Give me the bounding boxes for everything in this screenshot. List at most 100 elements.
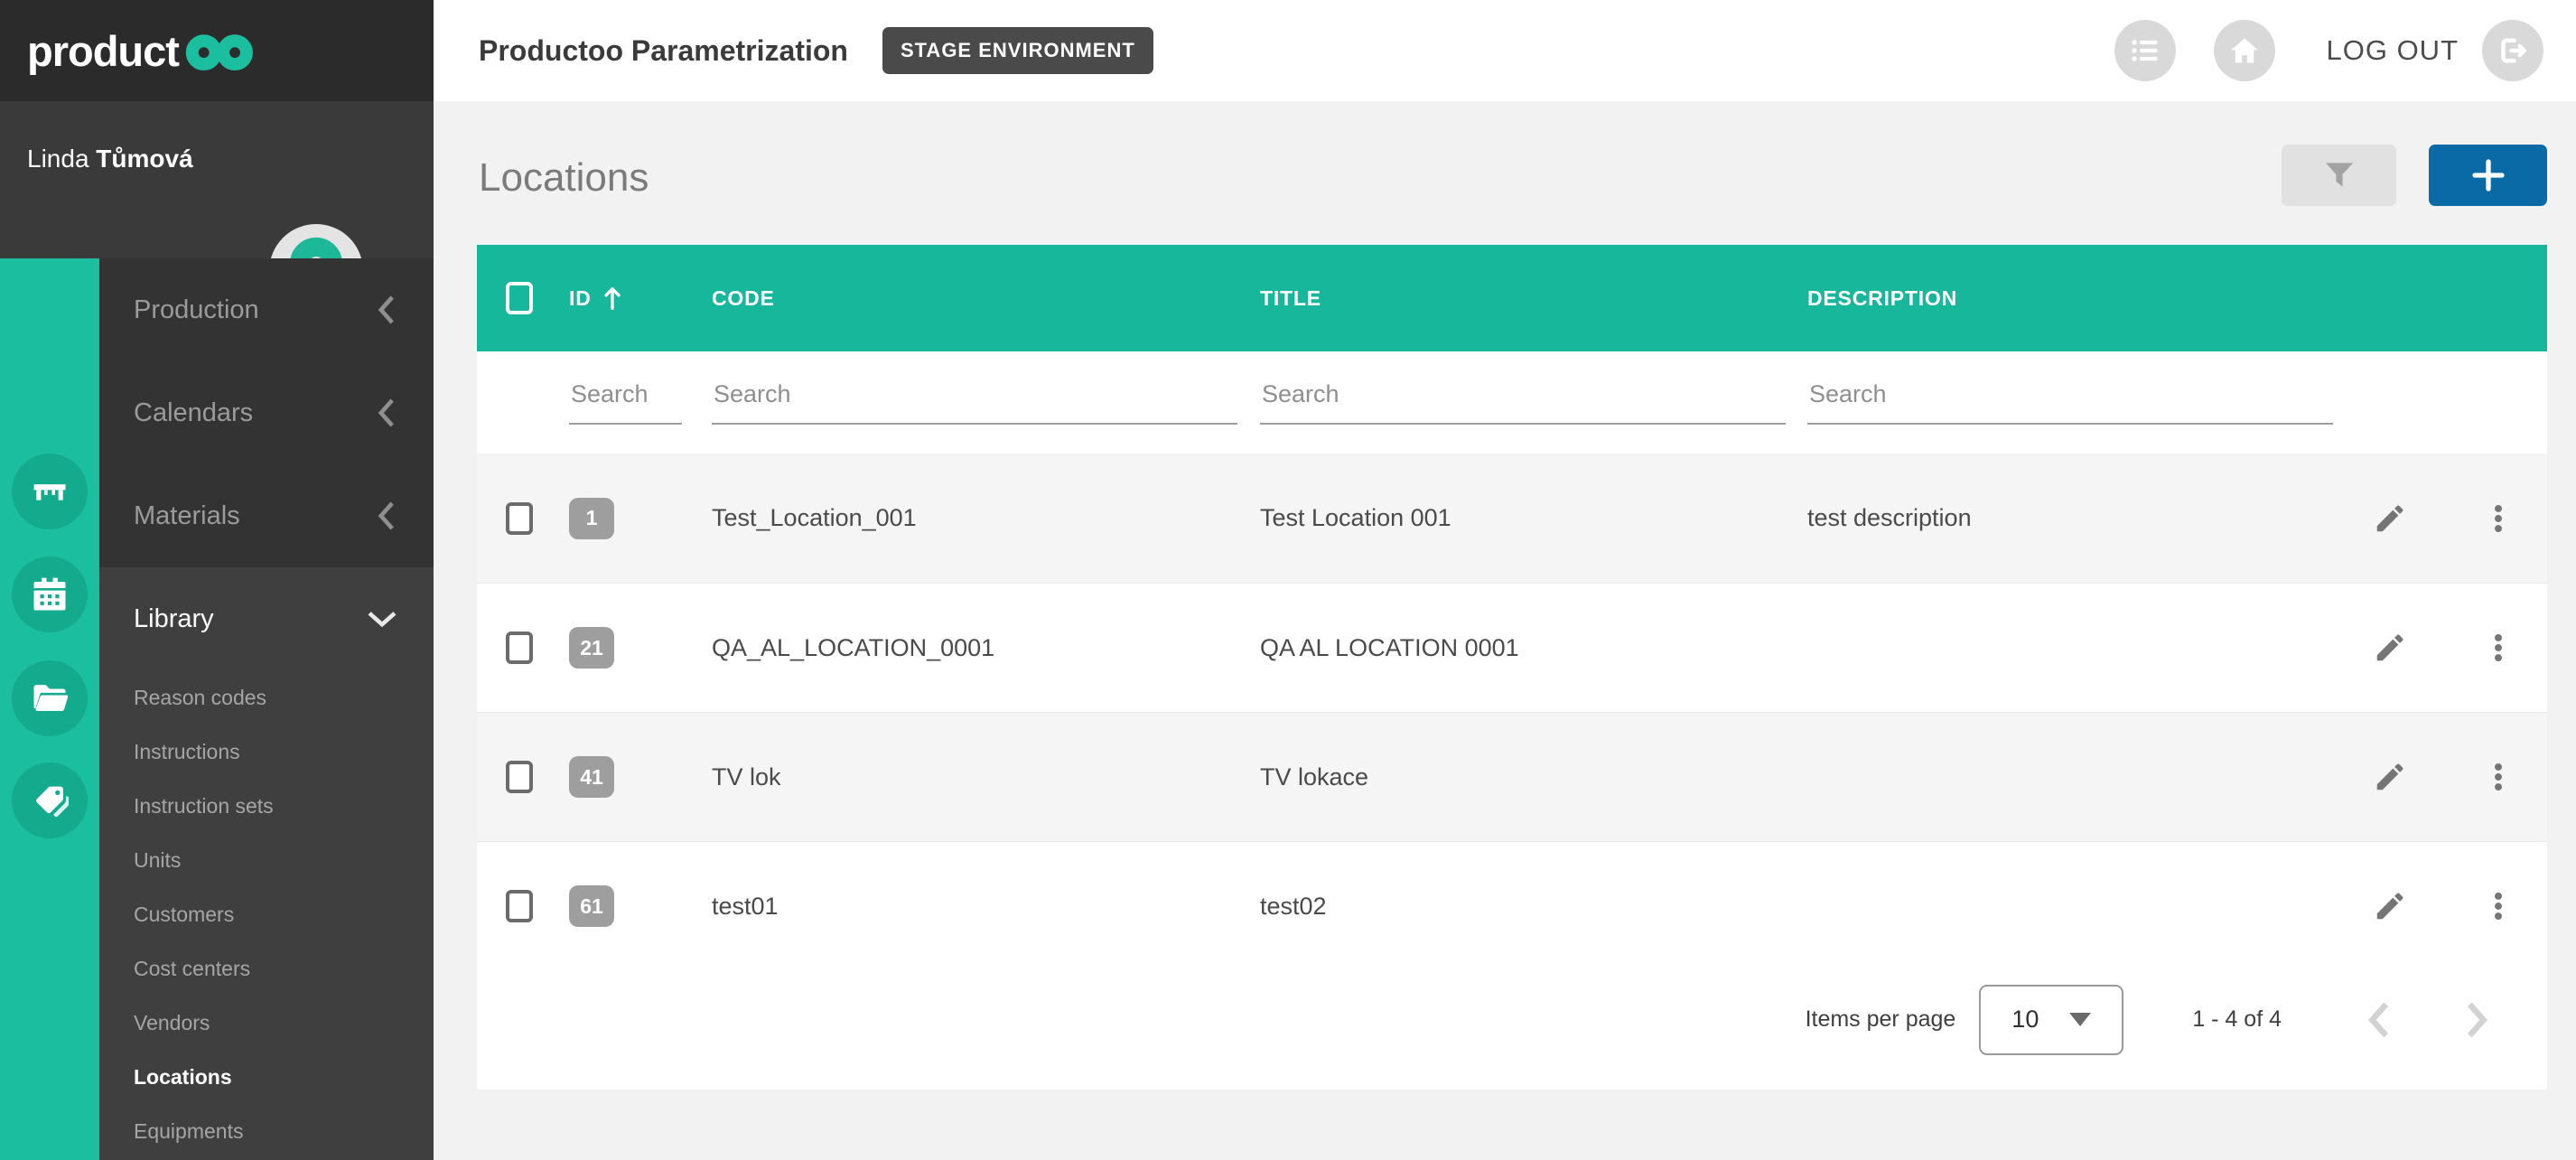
column-header-code[interactable]: CODE xyxy=(712,286,1260,311)
search-id-input[interactable] xyxy=(569,380,682,425)
column-header-title[interactable]: TITLE xyxy=(1260,286,1807,311)
app-root: product Linda Tůmová Last login: 1. 4. 2… xyxy=(0,0,2576,1160)
nav-item-materials[interactable]: Materials xyxy=(99,464,434,567)
nav-item-calendars[interactable]: Calendars xyxy=(99,361,434,464)
page-actions xyxy=(2282,145,2547,206)
cell-code: QA_AL_LOCATION_0001 xyxy=(712,634,1260,662)
cell-title: Test Location 001 xyxy=(1260,504,1807,532)
nav-item-label: Production xyxy=(134,295,259,325)
app-title: Productoo Parametrization xyxy=(479,34,848,68)
nav-item-label: Library xyxy=(134,604,214,634)
submenu-item-locations[interactable]: Locations xyxy=(99,1050,434,1104)
logout-button[interactable] xyxy=(2482,20,2543,81)
submenu-item-instructions[interactable]: Instructions xyxy=(99,725,434,779)
plus-icon xyxy=(2470,157,2506,193)
row-menu-button[interactable] xyxy=(2469,877,2527,935)
search-title-input[interactable] xyxy=(1260,380,1786,425)
items-per-page-select[interactable]: 10 xyxy=(1979,985,2123,1055)
edit-button[interactable] xyxy=(2361,748,2419,806)
table-row: 1 Test_Location_001 Test Location 001 te… xyxy=(477,454,2547,583)
row-menu-button[interactable] xyxy=(2469,748,2527,806)
home-button[interactable] xyxy=(2214,20,2275,81)
column-header-description[interactable]: DESCRIPTION xyxy=(1807,286,2331,311)
submenu-item-cost-centers[interactable]: Cost centers xyxy=(99,941,434,996)
sidebar: product Linda Tůmová Last login: 1. 4. 2… xyxy=(0,0,434,1160)
nav-item-library[interactable]: Library xyxy=(99,567,434,670)
filter-button[interactable] xyxy=(2282,145,2396,206)
chevron-left-icon xyxy=(2366,1001,2393,1039)
add-location-button[interactable] xyxy=(2429,145,2547,206)
table-row: 21 QA_AL_LOCATION_0001 QA AL LOCATION 00… xyxy=(477,583,2547,712)
cell-code: TV lok xyxy=(712,763,1260,791)
tags-icon[interactable] xyxy=(12,762,88,838)
items-per-page-label: Items per page xyxy=(1806,1006,1956,1033)
select-all-checkbox[interactable] xyxy=(506,282,533,314)
menu-list-button[interactable] xyxy=(2114,20,2176,81)
id-badge: 41 xyxy=(569,756,614,798)
edit-button[interactable] xyxy=(2361,490,2419,547)
logout-icon xyxy=(2497,34,2529,67)
table-search-row xyxy=(477,351,2547,454)
column-header-id[interactable]: ID xyxy=(569,285,712,311)
search-code-input[interactable] xyxy=(712,380,1237,425)
pencil-icon xyxy=(2373,631,2407,665)
id-badge: 61 xyxy=(569,885,614,927)
kebab-menu-icon xyxy=(2481,889,2515,923)
table-row: 41 TV lok TV lokace xyxy=(477,712,2547,841)
submenu-item-equipments[interactable]: Equipments xyxy=(99,1104,434,1158)
next-page-button[interactable] xyxy=(2448,991,2506,1049)
row-checkbox[interactable] xyxy=(506,761,533,793)
row-checkbox[interactable] xyxy=(506,890,533,922)
topbar: Productoo Parametrization STAGE ENVIRONM… xyxy=(434,0,2576,101)
cell-code: test01 xyxy=(712,893,1260,921)
dropdown-caret-icon xyxy=(2069,1013,2091,1026)
logo-text: product xyxy=(27,26,179,76)
chevron-left-icon xyxy=(376,398,397,428)
locations-table: ID CODE TITLE DESCRIPTION xyxy=(477,245,2547,1090)
kebab-menu-icon xyxy=(2481,760,2515,794)
sidebar-nav: Production Calendars Materials xyxy=(0,258,434,1160)
items-per-page-value: 10 xyxy=(2011,1006,2039,1034)
logo-infinity-icon xyxy=(182,30,260,71)
submenu-item-vendors[interactable]: Vendors xyxy=(99,996,434,1050)
pencil-icon xyxy=(2373,501,2407,536)
submenu-item-units[interactable]: Units xyxy=(99,833,434,887)
row-checkbox[interactable] xyxy=(506,502,533,535)
icon-rail xyxy=(0,258,99,1160)
environment-badge: STAGE ENVIRONMENT xyxy=(882,27,1153,74)
logout-label[interactable]: LOG OUT xyxy=(2326,34,2459,67)
search-description-input[interactable] xyxy=(1807,380,2333,425)
pencil-icon xyxy=(2373,889,2407,923)
user-last-name: Tůmová xyxy=(96,145,192,173)
topbar-actions: LOG OUT xyxy=(2114,20,2543,81)
previous-page-button[interactable] xyxy=(2350,991,2408,1049)
edit-button[interactable] xyxy=(2361,877,2419,935)
logo: product xyxy=(0,0,434,101)
folder-open-icon[interactable] xyxy=(12,660,88,736)
production-icon[interactable] xyxy=(12,454,88,529)
edit-button[interactable] xyxy=(2361,619,2419,677)
nav-item-label: Materials xyxy=(134,501,240,531)
submenu-item-customers[interactable]: Customers xyxy=(99,887,434,941)
id-badge: 21 xyxy=(569,627,614,669)
submenu-item-reason-codes[interactable]: Reason codes xyxy=(99,670,434,725)
table-pagination: Items per page 10 1 - 4 of 4 xyxy=(477,970,2547,1069)
row-menu-button[interactable] xyxy=(2469,619,2527,677)
main-content: Locations ID CODE TITLE DE xyxy=(434,101,2576,1160)
funnel-icon xyxy=(2324,162,2355,189)
row-checkbox[interactable] xyxy=(506,631,533,664)
table-row: 61 test01 test02 xyxy=(477,841,2547,970)
calendar-icon[interactable] xyxy=(12,557,88,632)
sort-asc-icon xyxy=(602,285,622,311)
cell-title: QA AL LOCATION 0001 xyxy=(1260,634,1807,662)
table-header: ID CODE TITLE DESCRIPTION xyxy=(477,245,2547,351)
user-name: Linda Tůmová xyxy=(27,145,193,173)
chevron-right-icon xyxy=(2463,1001,2490,1039)
row-menu-button[interactable] xyxy=(2469,490,2527,547)
submenu-item-instruction-sets[interactable]: Instruction sets xyxy=(99,779,434,833)
cell-code: Test_Location_001 xyxy=(712,504,1260,532)
chevron-down-icon xyxy=(367,608,397,630)
cell-title: test02 xyxy=(1260,893,1807,921)
nav-item-production[interactable]: Production xyxy=(99,258,434,361)
library-submenu: Reason codes Instructions Instruction se… xyxy=(99,670,434,1160)
